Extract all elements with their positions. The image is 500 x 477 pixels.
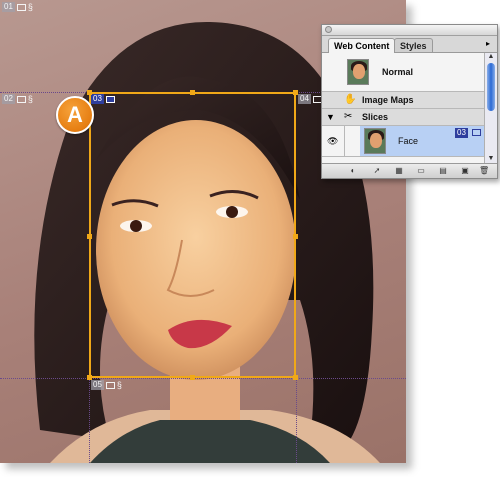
close-icon[interactable] <box>325 26 332 33</box>
resize-handle[interactable] <box>190 375 195 380</box>
slice-guide-vertical <box>89 378 90 463</box>
panel-menu-icon[interactable]: ▸ <box>483 39 493 49</box>
callout-badge: A <box>56 96 94 134</box>
link-icon: § <box>27 94 33 104</box>
slice-tag-05[interactable]: 05 § <box>91 380 122 390</box>
slice-number: 05 <box>91 380 104 390</box>
row-label: Image Maps <box>362 95 414 105</box>
thumbnail-image <box>347 59 369 85</box>
web-content-panel: Web Content Styles ▸ Normal ✋ Image Maps… <box>321 24 498 179</box>
divider <box>344 126 345 156</box>
tab-styles[interactable]: Styles <box>394 38 433 52</box>
image-slice-icon <box>16 95 26 103</box>
image-slice-icon <box>472 129 481 136</box>
slice-number-badge: 03 <box>455 128 468 138</box>
layer-icon[interactable]: ▭ <box>416 166 426 175</box>
image-slice-icon <box>16 3 26 11</box>
eye-icon[interactable]: 👁 <box>327 136 338 147</box>
visibility-toggle-icon[interactable]: ◐ <box>348 166 358 175</box>
trash-icon[interactable]: 🗑 <box>479 166 489 175</box>
web-content-list: Normal ✋ Image Maps ▼ ✂ Slices 👁 Face 03 <box>322 53 484 163</box>
list-item-slices[interactable]: ▼ ✂ Slices <box>322 109 484 126</box>
resize-handle[interactable] <box>293 375 298 380</box>
resize-handle[interactable] <box>87 375 92 380</box>
link-icon: § <box>27 2 33 12</box>
resize-handle[interactable] <box>293 90 298 95</box>
slice-guide-horizontal <box>0 378 406 379</box>
list-item-image-maps[interactable]: ✋ Image Maps <box>322 92 484 109</box>
panel-titlebar[interactable] <box>322 25 497 36</box>
thumbnail-image <box>364 128 386 154</box>
folder-icon[interactable]: ▤ <box>438 166 448 175</box>
resize-handle[interactable] <box>190 90 195 95</box>
new-item-icon[interactable]: ▣ <box>460 166 470 175</box>
panel-footer: ◐ ➚ ▦ ▭ ▤ ▣ 🗑 <box>322 163 497 178</box>
image-slice-icon <box>105 381 115 389</box>
row-label: Slices <box>362 112 389 122</box>
slice-tool-icon: ✂ <box>344 111 353 122</box>
row-label: Normal <box>382 67 414 77</box>
link-icon: § <box>116 380 122 390</box>
list-item-face[interactable]: 👁 Face 03 <box>322 126 484 157</box>
scroll-up-icon[interactable]: ▲ <box>487 53 495 61</box>
selected-slice-face[interactable] <box>87 90 298 380</box>
scrollbar[interactable]: ▲ ▼ <box>484 53 497 163</box>
expand-triangle-icon[interactable]: ▼ <box>326 112 335 122</box>
resize-handle[interactable] <box>87 234 92 239</box>
list-item-normal[interactable]: Normal <box>322 53 484 92</box>
slice-number: 02 <box>2 94 15 104</box>
slice-number: 01 <box>2 2 15 12</box>
slice-tag-01[interactable]: 01 § <box>2 2 33 12</box>
scroll-thumb[interactable] <box>487 63 495 111</box>
row-label: Face <box>398 136 419 146</box>
slice-tag-04[interactable]: 04 <box>298 94 322 104</box>
slice-guide-vertical <box>296 378 297 463</box>
panel-tabs: Web Content Styles ▸ <box>322 36 497 53</box>
select-tool-icon[interactable]: ➚ <box>372 166 382 175</box>
hand-icon: ✋ <box>344 94 357 105</box>
resize-handle[interactable] <box>293 234 298 239</box>
tab-web-content[interactable]: Web Content <box>328 38 396 53</box>
slice-number: 04 <box>298 94 311 104</box>
slice-tag-02[interactable]: 02 § <box>2 94 33 104</box>
resize-handle[interactable] <box>87 90 92 95</box>
scroll-down-icon[interactable]: ▼ <box>487 155 495 163</box>
slice-grid-icon[interactable]: ▦ <box>394 166 404 175</box>
